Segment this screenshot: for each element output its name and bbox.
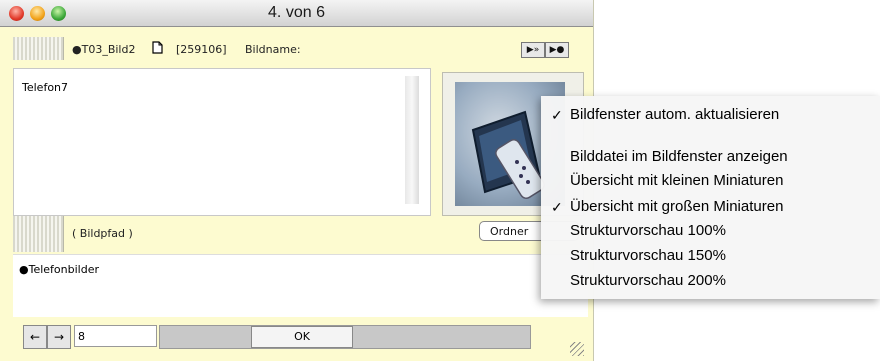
next-record-button[interactable]: ▶» bbox=[521, 42, 545, 58]
menu-item-auto-update[interactable]: ✓ Bildfenster autom. aktualisieren bbox=[541, 104, 880, 126]
menu-item-small-thumbnails[interactable]: Übersicht mit kleinen Miniaturen bbox=[541, 170, 880, 192]
window-title: 4. von 6 bbox=[268, 4, 325, 21]
record-label: ●T03_Bild2 bbox=[72, 43, 136, 56]
record-id: [259106] bbox=[176, 43, 227, 56]
title-bar[interactable]: 4. von 6 bbox=[0, 0, 593, 27]
menu-item-preview-200[interactable]: Strukturvorschau 200% bbox=[541, 270, 880, 292]
context-menu: ✓ Bildfenster autom. aktualisieren Bildd… bbox=[541, 96, 880, 299]
path-value: ●Telefonbilder bbox=[19, 263, 99, 276]
previous-arrow-button[interactable]: ← bbox=[23, 325, 47, 349]
menu-item-show-file[interactable]: Bilddatei im Bildfenster anzeigen bbox=[541, 146, 880, 168]
navigation-bar: ← → 8 OK bbox=[13, 325, 593, 349]
menu-item-label: Bilddatei im Bildfenster anzeigen bbox=[570, 148, 788, 165]
menu-item-preview-150[interactable]: Strukturvorschau 150% bbox=[541, 245, 880, 267]
record-number-field[interactable]: 8 bbox=[74, 325, 157, 347]
document-icon bbox=[152, 41, 163, 54]
next-arrow-button[interactable]: → bbox=[47, 325, 71, 349]
textarea-scrollbar[interactable] bbox=[405, 76, 419, 204]
field-name-label: Bildname: bbox=[245, 43, 301, 56]
last-record-button[interactable]: ▶● bbox=[545, 42, 569, 58]
image-name-textarea[interactable]: Telefon7 bbox=[13, 68, 431, 216]
field-handle-top bbox=[13, 37, 64, 60]
menu-item-preview-100[interactable]: Strukturvorschau 100% bbox=[541, 220, 880, 242]
checkmark-icon: ✓ bbox=[551, 107, 563, 123]
path-label: ( Bildpfad ) bbox=[72, 227, 133, 240]
menu-item-label: Übersicht mit großen Miniaturen bbox=[570, 198, 784, 215]
menu-item-label: Strukturvorschau 200% bbox=[570, 272, 726, 289]
checkmark-icon: ✓ bbox=[551, 199, 563, 215]
image-name-value: Telefon7 bbox=[22, 81, 69, 94]
menu-item-label: Bildfenster autom. aktualisieren bbox=[570, 106, 780, 123]
menu-item-label: Übersicht mit kleinen Miniaturen bbox=[570, 172, 784, 189]
ok-button[interactable]: OK bbox=[251, 326, 353, 348]
path-textarea[interactable]: ●Telefonbilder bbox=[13, 254, 588, 317]
menu-item-label: Strukturvorschau 100% bbox=[570, 222, 726, 239]
menu-item-label: Strukturvorschau 150% bbox=[570, 247, 726, 264]
record-window: 4. von 6 ●T03_Bild2 [259106] Bildname: ▶… bbox=[0, 0, 594, 361]
field-handle-middle bbox=[13, 216, 64, 252]
resize-grip-icon[interactable] bbox=[570, 342, 584, 356]
menu-item-large-thumbnails[interactable]: ✓ Übersicht mit großen Miniaturen bbox=[541, 196, 880, 218]
